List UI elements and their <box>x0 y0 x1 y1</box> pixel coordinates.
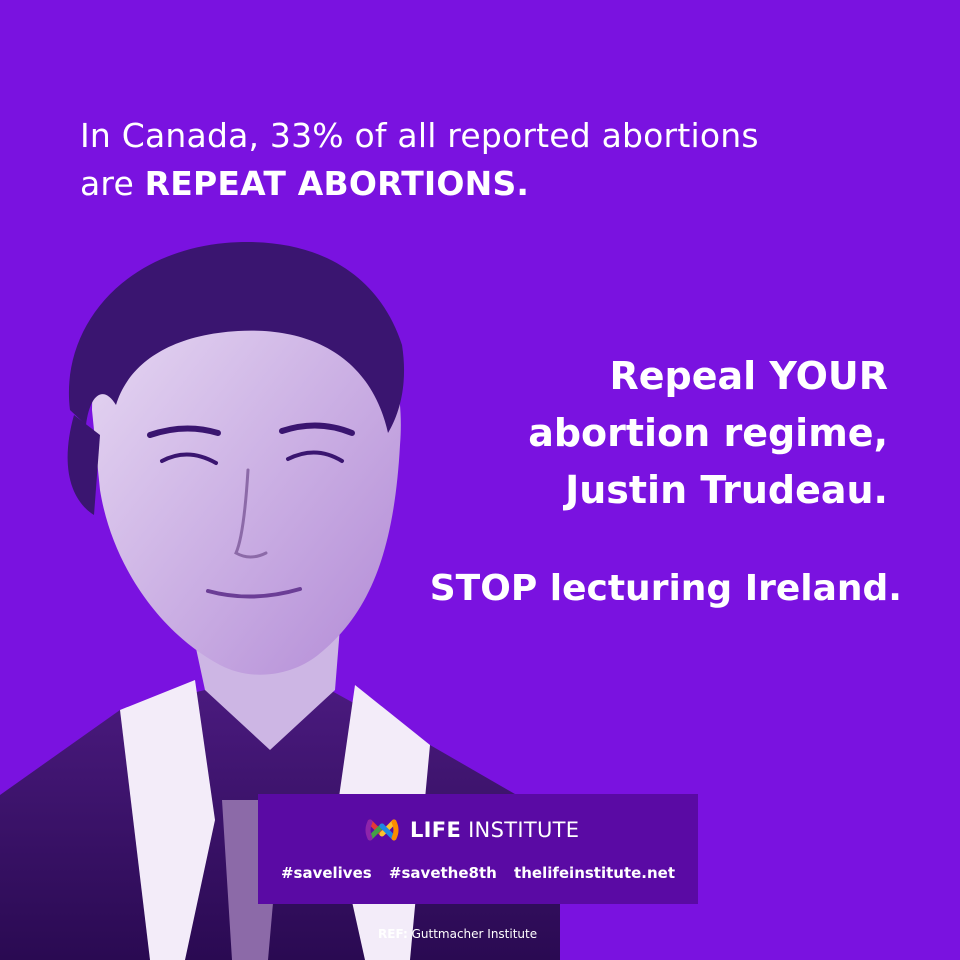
headline-prefix: are <box>80 164 145 203</box>
website-link[interactable]: thelifeinstitute.net <box>514 864 675 882</box>
message-emphasis: YOUR <box>769 354 888 398</box>
hashtag-savelives: #savelives <box>280 864 372 882</box>
headline-line-2: are REPEAT ABORTIONS. <box>80 160 900 208</box>
message-line-2: abortion regime, <box>528 411 888 455</box>
message-line-1: Repeal YOUR <box>368 348 889 405</box>
hashtag-savethe8th: #savethe8th <box>388 864 497 882</box>
hashtags: #savelives #savethe8th thelifeinstitute.… <box>258 862 698 884</box>
message-prefix: Repeal <box>609 354 770 398</box>
headline-emphasis: REPEAT ABORTIONS. <box>144 164 530 203</box>
poster: In Canada, 33% of all reported abortions… <box>0 0 960 960</box>
headline: In Canada, 33% of all reported abortions… <box>80 112 900 208</box>
brand-name: LIFE INSTITUTE <box>410 816 579 844</box>
headline-line-1: In Canada, 33% of all reported abortions <box>80 116 759 155</box>
reference-label: REF: <box>378 927 408 941</box>
brand-name-bold: LIFE <box>410 818 462 842</box>
reference-source: Guttmacher Institute <box>407 927 538 941</box>
brand-name-rest: INSTITUTE <box>461 818 580 842</box>
message: Repeal YOUR abortion regime, Justin Trud… <box>368 348 888 519</box>
reference-note: REF: Guttmacher Institute <box>378 926 537 942</box>
message-line-3: Justin Trudeau. <box>565 468 888 512</box>
stop-message: STOP lecturing Ireland. <box>429 568 902 609</box>
branding-badge: LIFE INSTITUTE #savelives #savethe8th th… <box>258 794 698 904</box>
life-institute-logo-icon <box>365 819 399 841</box>
